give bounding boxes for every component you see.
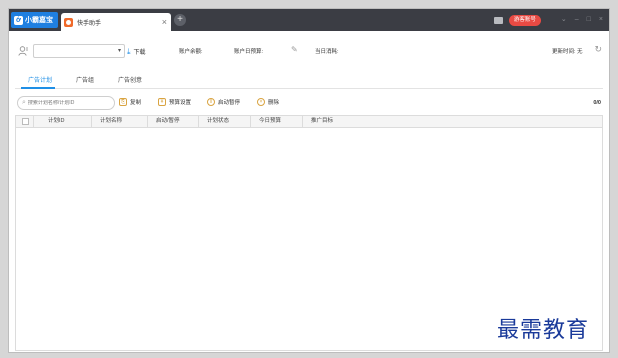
download-label: 下载 [133, 50, 146, 56]
close-window-icon[interactable]: × [599, 14, 603, 26]
minimize-icon[interactable]: – [575, 14, 579, 26]
select-all-checkbox[interactable] [22, 118, 29, 125]
select-all-cell [16, 116, 34, 127]
search-box[interactable]: ⌕ [17, 96, 115, 110]
column-promotion-target[interactable]: 推广目标 [303, 116, 602, 127]
search-icon: ⌕ [22, 99, 26, 106]
download-button[interactable]: ⤓ 下载 [127, 47, 146, 56]
new-tab-button[interactable]: + [174, 14, 186, 26]
copy-label: 复制 [130, 100, 142, 106]
edit-icon[interactable]: ✎ [291, 45, 298, 54]
screen-icon[interactable] [493, 16, 503, 24]
sub-tabs: 广告计划 广告组 广告创意 [15, 67, 603, 89]
budget-icon: ¥ [158, 98, 166, 106]
table-header: 计划ID 计划名称 启动/暂停 计划状态 今日预算 推广目标 [16, 116, 602, 128]
login-button[interactable]: 游客账号 [508, 14, 541, 26]
daily-budget-label: 账户日预算: [234, 49, 264, 55]
start-pause-label: 启动暂停 [218, 100, 241, 106]
column-start-pause[interactable]: 启动/暂停 [148, 116, 199, 127]
close-tab-icon[interactable]: × [162, 16, 167, 28]
account-row: ▾ ⤓ 下载 账户余额: 账户日预算: ✎ 当日消耗: 更新时间: 无 ↻ [9, 39, 609, 63]
delete-button[interactable]: × 删除 [257, 98, 279, 106]
title-bar: ớ 小霸嘉宝 快手助手 × + 游客账号 ⌄ – □ × [9, 9, 609, 31]
download-icon: ⤓ [127, 46, 131, 56]
column-plan-name[interactable]: 计划名称 [92, 116, 148, 127]
kuaishou-icon [64, 17, 73, 27]
budget-settings-button[interactable]: ¥ 预算设置 [158, 98, 191, 106]
updated-time-label: 更新时间: 无 [552, 49, 583, 55]
tab-ad-plan[interactable]: 广告计划 [28, 75, 52, 84]
column-plan-id[interactable]: 计划ID [34, 116, 92, 127]
caret-down-icon: ▾ [117, 48, 121, 54]
balance-label: 账户余额: [179, 49, 203, 55]
copy-icon: ⎘ [119, 98, 127, 106]
app-window: ớ 小霸嘉宝 快手助手 × + 游客账号 ⌄ – □ × ▾ ⤓ 下载 账户余额… [8, 8, 610, 353]
column-plan-status[interactable]: 计划状态 [199, 116, 251, 127]
budget-label: 预算设置 [169, 100, 192, 106]
active-tab-indicator [21, 87, 55, 89]
user-icon [18, 46, 28, 56]
account-select[interactable]: ▾ [33, 44, 125, 58]
brand-logo[interactable]: ớ 小霸嘉宝 [11, 12, 58, 28]
tab-ad-group[interactable]: 广告组 [76, 75, 94, 84]
maximize-icon[interactable]: □ [587, 14, 591, 26]
watermark-text: 最需教育 [497, 318, 590, 343]
play-pause-icon: ‖ [207, 98, 215, 106]
start-pause-button[interactable]: ‖ 启动暂停 [207, 98, 240, 106]
refresh-icon[interactable]: ↻ [594, 44, 602, 55]
brand-label: 小霸嘉宝 [25, 17, 53, 24]
tab-label: 快手助手 [77, 20, 102, 27]
search-input[interactable] [27, 100, 108, 106]
delete-icon: × [257, 98, 265, 106]
toolbar: ⌕ ⎘ 复制 ¥ 预算设置 ‖ 启动暂停 × 删除 0/0 [9, 93, 609, 113]
delete-label: 删除 [268, 100, 280, 106]
today-spend-label: 当日消耗: [315, 49, 339, 55]
menu-chevron-icon[interactable]: ⌄ [561, 14, 567, 26]
tab-ad-creative[interactable]: 广告创意 [118, 75, 142, 84]
selection-count: 0/0 [593, 100, 601, 106]
tab-kuaishou-assistant[interactable]: 快手助手 × [61, 13, 171, 31]
column-today-budget[interactable]: 今日预算 [251, 116, 303, 127]
copy-button[interactable]: ⎘ 复制 [119, 98, 141, 106]
brand-logo-icon: ớ [14, 15, 23, 25]
titlebar-right: 游客账号 ⌄ – □ × [493, 14, 603, 26]
